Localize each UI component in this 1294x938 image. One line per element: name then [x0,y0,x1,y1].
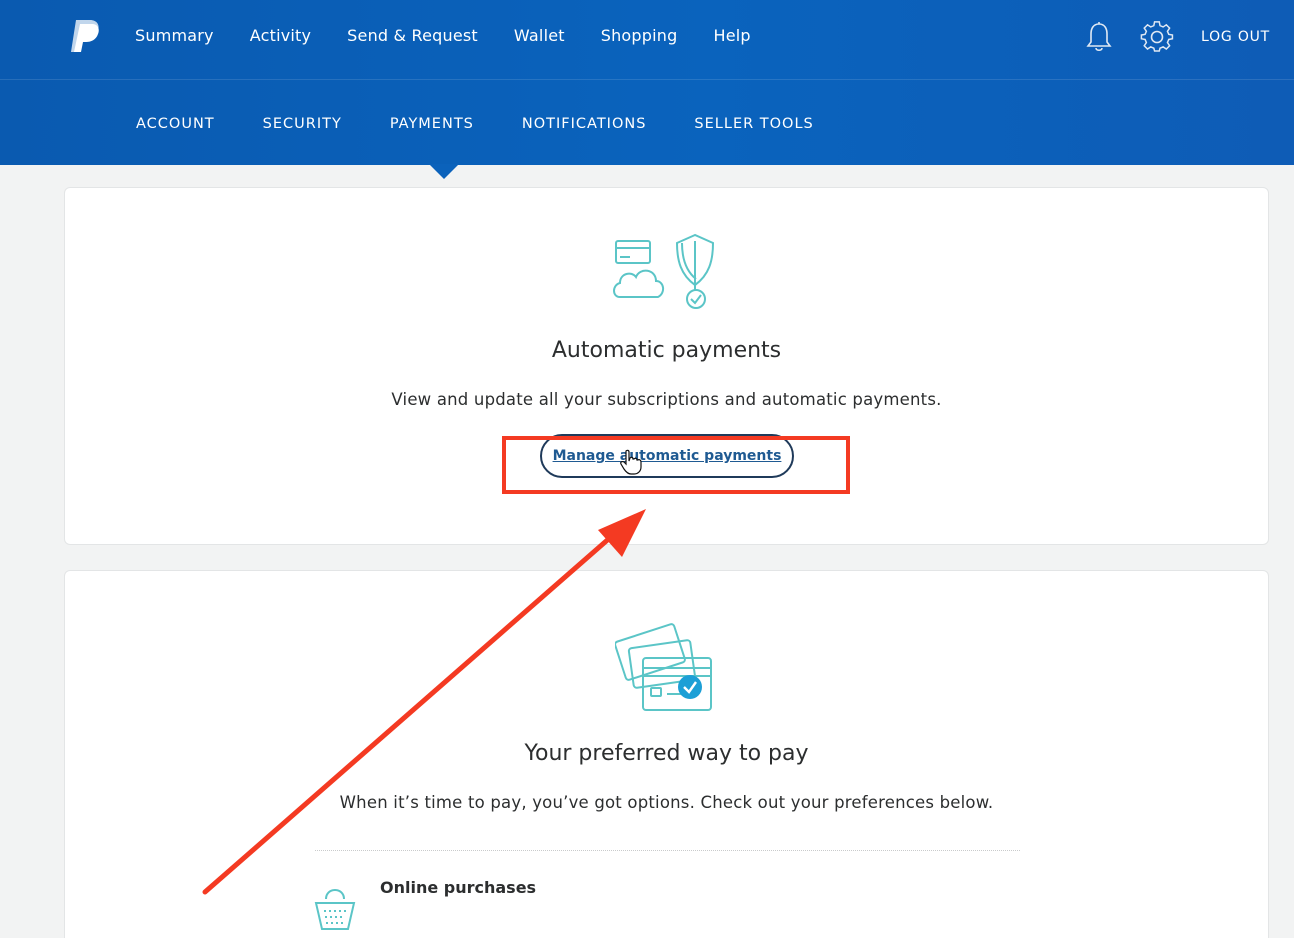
nav-send-request[interactable]: Send & Request [347,24,478,48]
preferred-payment-card: Your preferred way to pay When it’s time… [64,570,1269,938]
nav-wallet[interactable]: Wallet [514,24,565,48]
preferred-payment-description: When it’s time to pay, you’ve got option… [339,793,994,812]
nav-help[interactable]: Help [713,24,750,48]
preferred-payment-title: Your preferred way to pay [524,741,809,766]
cloud-shield-icon [613,233,715,309]
nav-summary[interactable]: Summary [135,24,214,48]
credit-cards-check-icon [615,623,712,711]
online-purchases-label: Online purchases [380,878,537,897]
tab-seller-tools[interactable]: SELLER TOOLS [694,114,813,134]
tab-account[interactable]: ACCOUNT [136,114,215,134]
paypal-logo-icon[interactable] [68,18,102,54]
logout-link[interactable]: LOG OUT [1201,28,1270,46]
shopping-basket-icon [314,889,356,930]
main-nav: Summary Activity Send & Request Wallet S… [135,24,787,48]
tab-security[interactable]: SECURITY [263,114,342,134]
notifications-bell-icon[interactable] [1084,21,1114,53]
section-divider [315,850,1020,851]
nav-activity[interactable]: Activity [250,24,311,48]
annotation-highlight-box [502,436,850,494]
top-header: Summary Activity Send & Request Wallet S… [0,0,1294,165]
header-divider [0,79,1294,80]
active-tab-indicator [429,164,459,179]
settings-gear-icon[interactable] [1140,20,1174,54]
tab-payments[interactable]: PAYMENTS [390,114,474,134]
tab-notifications[interactable]: NOTIFICATIONS [522,114,647,134]
automatic-payments-description: View and update all your subscriptions a… [391,390,942,409]
nav-shopping[interactable]: Shopping [601,24,678,48]
automatic-payments-title: Automatic payments [551,338,782,363]
settings-sub-nav: ACCOUNT SECURITY PAYMENTS NOTIFICATIONS … [136,114,862,134]
